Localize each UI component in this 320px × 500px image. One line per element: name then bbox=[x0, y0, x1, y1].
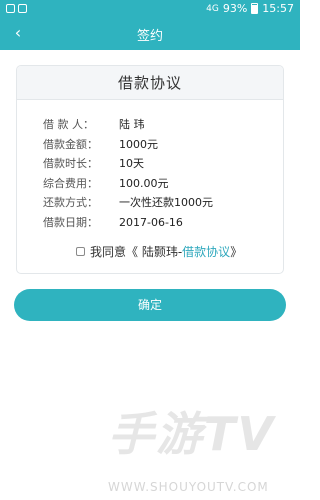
detail-row: 借 款 人： 陆 玮 bbox=[43, 115, 283, 135]
detail-value: 1000元 bbox=[119, 137, 158, 151]
consent-row: 我同意 《 陆颢玮- 借款协议 》 bbox=[76, 243, 242, 259]
agree-checkbox[interactable] bbox=[76, 246, 85, 256]
detail-row: 综合费用： 100.00元 bbox=[43, 174, 283, 194]
signal-icon: 4G bbox=[206, 3, 219, 14]
notification-icons bbox=[6, 2, 27, 13]
consent-close-quote: 》 bbox=[230, 244, 243, 259]
detail-row: 借款时长： 10天 bbox=[43, 154, 283, 174]
detail-row: 还款方式： 一次性还款1000元 bbox=[43, 193, 283, 213]
battery-icon bbox=[251, 3, 259, 14]
watermark-logo: 手游TV bbox=[108, 407, 275, 461]
detail-value: 一次性还款1000元 bbox=[119, 196, 213, 209]
status-indicators: 4G 93% 15:57 bbox=[206, 2, 294, 15]
status-bar: 4G 93% 15:57 bbox=[0, 0, 300, 18]
detail-label: 还款方式： bbox=[43, 196, 98, 209]
clock: 15:57 bbox=[262, 2, 294, 15]
consent-prefix: 我同意 bbox=[90, 244, 127, 259]
notification-icon bbox=[18, 4, 27, 13]
detail-label: 借 款 人： bbox=[43, 118, 94, 131]
watermark-url: WWW.SHOUYOUTV.COM bbox=[108, 480, 269, 494]
page-title: 签约 bbox=[136, 29, 163, 44]
confirm-button[interactable]: 确定 bbox=[14, 289, 286, 321]
detail-value: 2017-06-16 bbox=[119, 215, 183, 229]
detail-value: 陆 玮 bbox=[119, 118, 145, 131]
detail-value: 100.00元 bbox=[119, 176, 169, 190]
agreement-title: 借款协议 bbox=[17, 66, 283, 100]
battery-percent: 93% bbox=[222, 2, 248, 15]
detail-value: 10天 bbox=[119, 157, 144, 170]
detail-row: 借款日期： 2017-06-16 bbox=[43, 213, 283, 233]
detail-label: 借款时长： bbox=[43, 157, 98, 170]
detail-label: 综合费用： bbox=[43, 176, 98, 190]
detail-row: 借款金额： 1000元 bbox=[43, 135, 283, 155]
detail-label: 借款日期： bbox=[43, 215, 98, 229]
consent-open-quote: 《 陆颢玮- bbox=[126, 244, 183, 259]
notification-icon bbox=[6, 4, 15, 13]
detail-label: 借款金额： bbox=[43, 137, 98, 151]
agreement-link[interactable]: 借款协议 bbox=[182, 243, 230, 260]
agreement-details: 借 款 人： 陆 玮 借款金额： 1000元 借款时长： 10天 综合费用： 1… bbox=[17, 100, 283, 232]
nav-bar: ‹ 签约 bbox=[0, 18, 300, 50]
